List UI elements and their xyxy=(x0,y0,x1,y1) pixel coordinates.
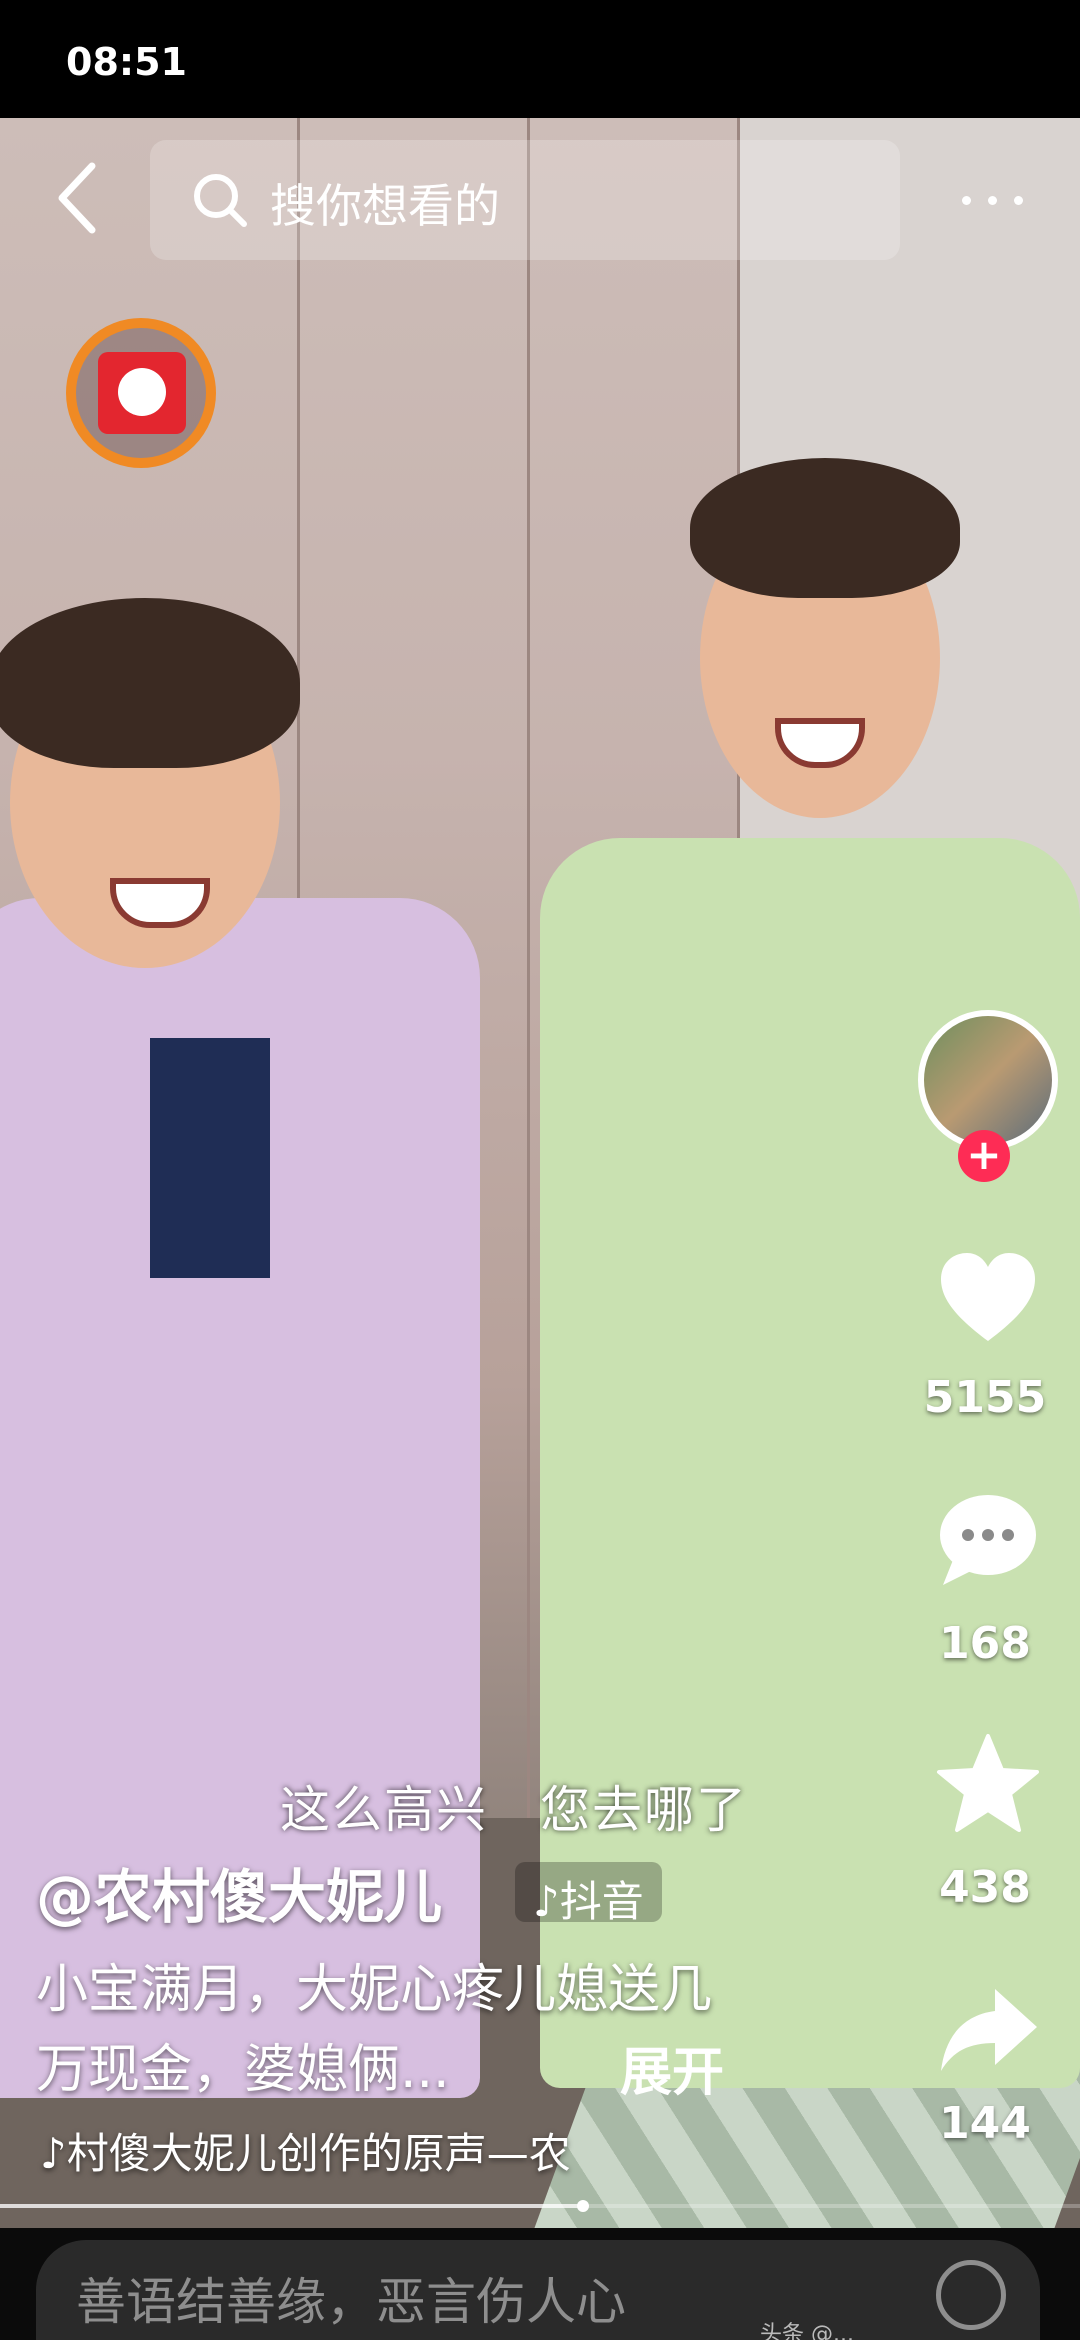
comment-bubble-icon[interactable] xyxy=(933,1485,1043,1595)
red-packet-icon xyxy=(98,352,186,434)
search-bar[interactable]: 搜你想看的 xyxy=(150,140,900,260)
author-name[interactable]: @农村傻大妮儿 xyxy=(36,1850,442,1934)
expand-button[interactable]: 展开 xyxy=(620,2030,724,2105)
author-avatar[interactable] xyxy=(918,1010,1058,1150)
video-progress-fill xyxy=(0,2204,584,2208)
red-packet-timer[interactable] xyxy=(66,318,216,468)
person-left-shirt xyxy=(150,1038,270,1278)
red-packet-coin xyxy=(118,368,166,416)
person-right-hair xyxy=(690,458,960,598)
comment-count: 168 xyxy=(939,1618,1031,1669)
search-placeholder: 搜你想看的 xyxy=(270,179,500,233)
share-count: 144 xyxy=(939,2098,1031,2149)
comment-placeholder: 善语结善缘，恶言伤人心 xyxy=(76,2273,626,2331)
watermark: 头条 @... xyxy=(760,2322,854,2340)
back-arrow-icon[interactable] xyxy=(50,158,110,238)
emoji-icon[interactable] xyxy=(936,2260,1006,2330)
like-heart-icon[interactable] xyxy=(933,1245,1043,1355)
person-left-hair xyxy=(0,598,300,768)
source-tag: ♪抖音 xyxy=(515,1862,662,1926)
follow-plus-icon[interactable]: + xyxy=(958,1130,1010,1182)
video-progress-bar[interactable] xyxy=(0,2200,1080,2212)
favorite-star-icon[interactable] xyxy=(933,1730,1043,1840)
status-bar: 08:51 xyxy=(0,0,1080,118)
like-count: 5155 xyxy=(923,1372,1047,1423)
share-arrow-icon[interactable] xyxy=(933,1975,1043,2085)
music-info[interactable]: ♪村傻大妮儿创作的原声—农 xyxy=(40,2120,571,2181)
video-subtitle: 这么高兴 您去哪了 xyxy=(280,1781,748,1839)
favorite-count: 438 xyxy=(939,1862,1031,1913)
more-options-icon[interactable] xyxy=(958,180,1028,220)
status-time: 08:51 xyxy=(66,40,187,84)
search-icon xyxy=(194,174,247,227)
comment-input[interactable]: 善语结善缘，恶言伤人心 xyxy=(36,2240,1040,2340)
bottom-bar: 善语结善缘，恶言伤人心 xyxy=(0,2228,1080,2340)
